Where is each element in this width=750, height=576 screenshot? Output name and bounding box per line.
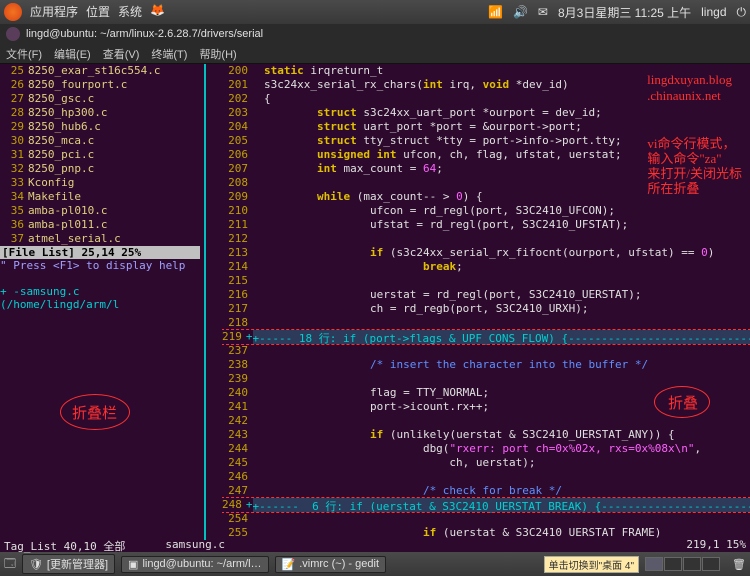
code-line[interactable]: 206 unsigned int ufcon, ch, flag, ufstat… xyxy=(222,148,750,162)
code-line[interactable]: 254 xyxy=(222,512,750,526)
file-list-row[interactable]: 26 8250_fourport.c xyxy=(0,78,200,92)
workspace-tooltip: 单击切换到"桌面 4" xyxy=(544,556,639,573)
mail-icon[interactable]: ✉ xyxy=(538,5,548,19)
code-line[interactable]: 247 /* check for break */ xyxy=(222,484,750,498)
code-line[interactable]: 217 ch = rd_regb(port, S3C2410_URXH); xyxy=(222,302,750,316)
vim-statusline: Tag_List 40,10 全部 samsung.c 219,1 15% xyxy=(0,538,750,552)
menu-edit[interactable]: 编辑(E) xyxy=(54,46,91,62)
file-list-row[interactable]: 30 8250_mca.c xyxy=(0,134,200,148)
menu-view[interactable]: 查看(V) xyxy=(103,46,140,62)
code-line[interactable]: 246 xyxy=(222,470,750,484)
power-icon[interactable]: ⏻ xyxy=(737,5,747,20)
file-list-row[interactable]: 28 8250_hp300.c xyxy=(0,106,200,120)
file-list-row[interactable]: 36 amba-pl011.c xyxy=(0,218,200,232)
code-line[interactable]: 213 if (s3c24xx_serial_rx_fifocnt(ourpor… xyxy=(222,246,750,260)
taskbar-terminal[interactable]: ▣lingd@ubuntu: ~/arm/l… xyxy=(121,556,269,573)
status-filename: samsung.c xyxy=(165,538,225,552)
top-panel: 应用程序 位置 系统 🦊 📶 🔊 ✉ 8月3日星期三 11:25 上午 ling… xyxy=(0,0,750,24)
status-pos: 219,1 15% xyxy=(686,538,746,552)
code-line[interactable]: 215 xyxy=(222,274,750,288)
code-line[interactable]: 242 xyxy=(222,414,750,428)
file-list-row[interactable]: 29 8250_hub6.c xyxy=(0,120,200,134)
code-line[interactable]: 207 int max_count = 64; xyxy=(222,162,750,176)
file-list-row[interactable]: 33 Kconfig xyxy=(0,176,200,190)
file-list-status: [File List] 25,14 25% xyxy=(0,246,200,259)
code-line[interactable]: 245 ch, uerstat); xyxy=(222,456,750,470)
code-line[interactable]: 210 ufcon = rd_regl(port, S3C2410_UFCON)… xyxy=(222,204,750,218)
code-line[interactable]: 255 if (uerstat & S3C2410_UERSTAT_FRAME) xyxy=(222,526,750,538)
code-line[interactable]: 238 /* insert the character into the buf… xyxy=(222,358,750,372)
help-hint: " Press <F1> to display help xyxy=(0,259,200,272)
trash-icon[interactable]: 🗑 xyxy=(732,558,746,571)
file-list-row[interactable]: 35 amba-pl010.c xyxy=(0,204,200,218)
workspace-4[interactable] xyxy=(702,557,720,571)
code-line[interactable]: 205 struct tty_struct *tty = port->info-… xyxy=(222,134,750,148)
volume-icon[interactable]: 🔊 xyxy=(513,5,528,19)
code-line[interactable]: 200 static irqreturn_t xyxy=(222,64,750,78)
code-line[interactable]: 239 xyxy=(222,372,750,386)
code-line[interactable]: 237 xyxy=(222,344,750,358)
winmanager-ext[interactable]: + -samsung.c (/home/lingd/arm/l xyxy=(0,285,200,311)
terminal-icon xyxy=(6,27,20,41)
code-line[interactable]: 201 s3c24xx_serial_rx_chars(int irq, voi… xyxy=(222,78,750,92)
taskbar-gedit[interactable]: 📝.vimrc (~) - gedit xyxy=(275,556,386,573)
workspace-3[interactable] xyxy=(683,557,701,571)
menu-applications[interactable]: 应用程序 xyxy=(30,3,78,21)
gedit-icon: 📝 xyxy=(282,558,296,571)
update-icon: 🛡 xyxy=(29,558,43,571)
code-line[interactable]: 241 port->icount.rx++; xyxy=(222,400,750,414)
code-line[interactable]: 204 struct uart_port *port = &ourport->p… xyxy=(222,120,750,134)
code-pane[interactable]: 200 static irqreturn_t201 s3c24xx_serial… xyxy=(222,64,750,538)
workspace-2[interactable] xyxy=(664,557,682,571)
code-line[interactable]: 240 flag = TTY_NORMAL; xyxy=(222,386,750,400)
code-line[interactable]: 211 ufstat = rd_regl(port, S3C2410_UFSTA… xyxy=(222,218,750,232)
network-icon[interactable]: 📶 xyxy=(488,5,503,19)
code-line[interactable]: 218 xyxy=(222,316,750,330)
code-line[interactable]: 216 uerstat = rd_regl(port, S3C2410_UERS… xyxy=(222,288,750,302)
terminal-titlebar[interactable]: lingd@ubuntu: ~/arm/linux-2.6.28.7/drive… xyxy=(0,24,750,44)
status-left: Tag_List 40,10 全部 xyxy=(4,538,125,552)
file-list-row[interactable]: 34 Makefile xyxy=(0,190,200,204)
file-list-row[interactable]: 25 8250_exar_st16c554.c xyxy=(0,64,200,78)
user-menu[interactable]: lingd xyxy=(701,5,726,19)
file-list-row[interactable]: 31 8250_pci.c xyxy=(0,148,200,162)
code-line[interactable]: 214 break; xyxy=(222,260,750,274)
firefox-icon[interactable]: 🦊 xyxy=(150,3,165,21)
menu-places[interactable]: 位置 xyxy=(86,3,110,21)
file-list-row[interactable]: 37 atmel_serial.c xyxy=(0,232,200,246)
bottom-panel: 🗔 🛡[更新管理器] ▣lingd@ubuntu: ~/arm/l… 📝.vim… xyxy=(0,552,750,576)
menu-file[interactable]: 文件(F) xyxy=(6,46,42,62)
code-line[interactable]: 209 while (max_count-- > 0) { xyxy=(222,190,750,204)
taglist-pane[interactable]: 25 8250_exar_st16c554.c26 8250_fourport.… xyxy=(0,64,200,538)
vim-editor: 25 8250_exar_st16c554.c26 8250_fourport.… xyxy=(0,64,750,538)
terminal-menubar: 文件(F) 编辑(E) 查看(V) 终端(T) 帮助(H) xyxy=(0,44,750,64)
clock[interactable]: 8月3日星期三 11:25 上午 xyxy=(558,4,691,21)
workspace-1[interactable] xyxy=(645,557,663,571)
terminal-task-icon: ▣ xyxy=(128,558,138,571)
file-list-row[interactable]: 27 8250_gsc.c xyxy=(0,92,200,106)
terminal-title: lingd@ubuntu: ~/arm/linux-2.6.28.7/drive… xyxy=(26,28,263,40)
file-list-row[interactable]: 32 8250_pnp.c xyxy=(0,162,200,176)
show-desktop-icon[interactable]: 🗔 xyxy=(4,555,16,574)
code-line[interactable]: 248++------ 6 行: if (uerstat & S3C2410_U… xyxy=(222,498,750,512)
workspace-switcher[interactable] xyxy=(645,557,720,571)
code-line[interactable]: 244 dbg("rxerr: port ch=0x%02x, rxs=0x%0… xyxy=(222,442,750,456)
code-line[interactable]: 208 xyxy=(222,176,750,190)
menu-help[interactable]: 帮助(H) xyxy=(199,46,236,62)
code-line[interactable]: 212 xyxy=(222,232,750,246)
code-line[interactable]: 202 { xyxy=(222,92,750,106)
code-line[interactable]: 203 struct s3c24xx_uart_port *ourport = … xyxy=(222,106,750,120)
menu-terminal[interactable]: 终端(T) xyxy=(151,46,187,62)
ubuntu-logo-icon[interactable] xyxy=(4,3,22,21)
fold-column[interactable] xyxy=(200,64,222,538)
code-line[interactable]: 219++----- 18 行: if (port->flags & UPF_C… xyxy=(222,330,750,344)
code-line[interactable]: 243 if (unlikely(uerstat & S3C2410_UERST… xyxy=(222,428,750,442)
menu-system[interactable]: 系统 xyxy=(118,3,142,21)
taskbar-update-manager[interactable]: 🛡[更新管理器] xyxy=(22,554,115,574)
